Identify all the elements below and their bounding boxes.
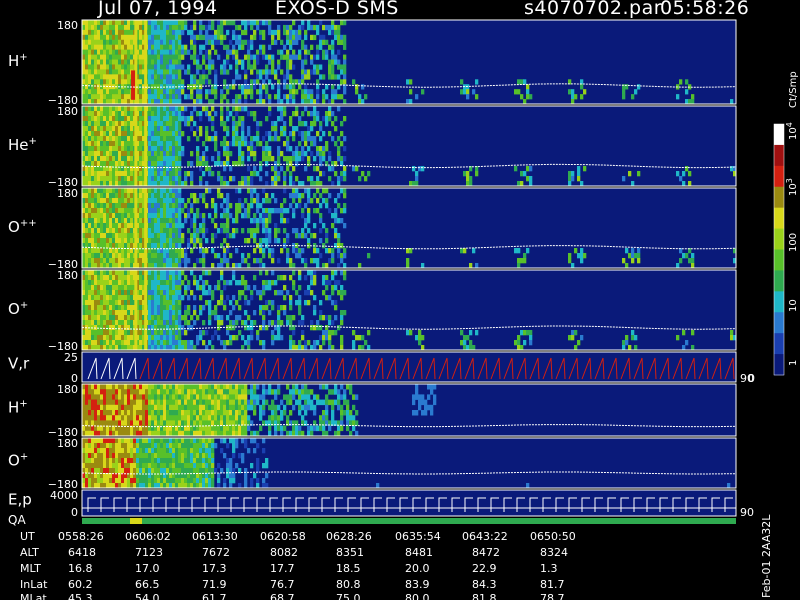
panel-4: O+180−180 — [8, 269, 737, 353]
colorbar: Ct/Smp1041031001010 — [748, 71, 799, 385]
ephemeris-cell: 17.0 — [135, 562, 160, 575]
colorbar-swatch — [774, 228, 784, 250]
colorbar-tick: 104 — [785, 122, 799, 140]
panel-label: He+ — [8, 136, 37, 154]
ephemeris-cell: 8324 — [540, 546, 568, 559]
ephemeris-cell: 76.7 — [270, 578, 295, 591]
colorbar-tick: 10 — [788, 299, 799, 312]
ephemeris-cell: 66.5 — [135, 578, 160, 591]
panel-3: O++180−180 — [8, 187, 737, 271]
ephemeris-cell: 0643:22 — [462, 530, 508, 543]
panel-7: O+180−180 — [8, 437, 737, 491]
colorbar-swatch — [774, 207, 784, 230]
qa-label: QA — [8, 513, 26, 527]
colorbar-swatch — [774, 124, 784, 146]
colorbar-swatch — [774, 354, 784, 376]
ephemeris-cell: 8082 — [270, 546, 298, 559]
ephemeris-cell: 78.7 — [540, 592, 565, 600]
colorbar-swatch — [774, 186, 784, 209]
y-top-label: 180 — [57, 269, 78, 282]
colorbar-tick: 1 — [788, 360, 799, 366]
ephemeris-cell: 0620:58 — [260, 530, 306, 543]
colorbar-swatch — [774, 312, 784, 334]
panel-background — [82, 490, 736, 516]
ephemeris-cell: 0606:02 — [125, 530, 171, 543]
y-top-label: 180 — [57, 383, 78, 396]
ephemeris-cell: 1.3 — [540, 562, 558, 575]
panel-label: O+ — [8, 452, 28, 470]
ephemeris-cell: 17.7 — [270, 562, 295, 575]
ephemeris-cell: 8472 — [472, 546, 500, 559]
ephemeris-cell: 7672 — [202, 546, 230, 559]
ephemeris-cell: 20.0 — [405, 562, 430, 575]
colorbar-swatch — [774, 144, 784, 167]
ephemeris-cell: 61.7 — [202, 592, 227, 600]
colorbar-tick: 103 — [785, 178, 799, 196]
ephemeris-cell: 0558:26 — [58, 530, 104, 543]
ephemeris-cell: 0613:30 — [192, 530, 238, 543]
ephemeris-cell: 18.5 — [336, 562, 361, 575]
panel-2: He+180−180 — [8, 105, 737, 189]
ephemeris-cell: 8351 — [336, 546, 364, 559]
ephemeris-cell: 0628:26 — [326, 530, 372, 543]
ephemeris-cell: 68.7 — [270, 592, 295, 600]
ephemeris-cell: 75.0 — [336, 592, 361, 600]
colorbar-swatch — [774, 291, 784, 313]
ephemeris-cell: 0635:54 — [395, 530, 441, 543]
ephemeris-row-label: MLat — [20, 592, 47, 600]
ephemeris-row-label: ALT — [20, 546, 39, 559]
plot-area: H+180−180He+180−180O++180−180O+180−180V,… — [8, 19, 799, 600]
ephemeris-row-label: UT — [20, 530, 35, 543]
colorbar-tick: 100 — [788, 233, 799, 252]
ephemeris-cell: 84.3 — [472, 578, 497, 591]
colorbar-unit: Ct/Smp — [788, 71, 799, 108]
panel-8: E,p 4000 0 90 — [8, 489, 754, 519]
ephemeris-row-label: MLT — [20, 562, 41, 575]
footer-tag: Feb-01 2AA32L — [760, 514, 773, 598]
ephemeris-cell: 54.0 — [135, 592, 160, 600]
ephemeris-cell: 16.8 — [68, 562, 93, 575]
y-top-label: 4000 — [50, 489, 78, 502]
ephemeris-cell: 45.3 — [68, 592, 93, 600]
ephemeris-table: UT 0558:26 0606:02 0613:30 0620:58 0628:26 063… — [20, 514, 773, 600]
panel-label: O+ — [8, 300, 28, 318]
panel-6: H+180−180 — [8, 383, 737, 439]
ephemeris-cell: 0650:50 — [530, 530, 576, 543]
ephemeris-cell: 71.9 — [202, 578, 227, 591]
ephemeris-cell: 80.8 — [336, 578, 361, 591]
ephemeris-cell: 6418 — [68, 546, 96, 559]
y-top-label: 180 — [57, 187, 78, 200]
colorbar-zero: 0 — [748, 372, 755, 385]
colorbar-swatch — [774, 249, 784, 271]
spectrogram-figure: Jul 07, 1994 EXOS-D SMS s4070702.par 05:… — [0, 0, 800, 600]
ephemeris-cell: 83.9 — [405, 578, 430, 591]
colorbar-swatch — [774, 333, 784, 355]
panel-1: H+180−180 — [8, 19, 737, 107]
right-axis-label: 90 — [740, 506, 754, 519]
ephemeris-cell: 22.9 — [472, 562, 497, 575]
panel-label: H+ — [8, 399, 28, 417]
y-bottom-label: 0 — [71, 506, 78, 519]
ephemeris-cell: 8481 — [405, 546, 433, 559]
ephemeris-cell: 7123 — [135, 546, 163, 559]
ephemeris-cell: 81.7 — [540, 578, 565, 591]
y-top-label: 180 — [57, 105, 78, 118]
ephemeris-row-label: InLat — [20, 578, 48, 591]
colorbar-swatch — [774, 270, 784, 292]
ephemeris-cell: 80.0 — [405, 592, 430, 600]
ephemeris-cell: 17.3 — [202, 562, 227, 575]
panel-label: V,r — [8, 355, 30, 373]
ephemeris-cell: 60.2 — [68, 578, 93, 591]
y-top-label: 25 — [64, 351, 78, 364]
y-top-label: 180 — [57, 437, 78, 450]
panel-label: E,p — [8, 490, 32, 508]
ephemeris-cell: 81.8 — [472, 592, 497, 600]
panel-5: V,r 250 90 — [8, 351, 754, 385]
panel-label: H+ — [8, 52, 28, 70]
panel-label: O++ — [8, 218, 37, 236]
colorbar-swatch — [774, 165, 784, 188]
y-top-label: 180 — [57, 19, 78, 32]
